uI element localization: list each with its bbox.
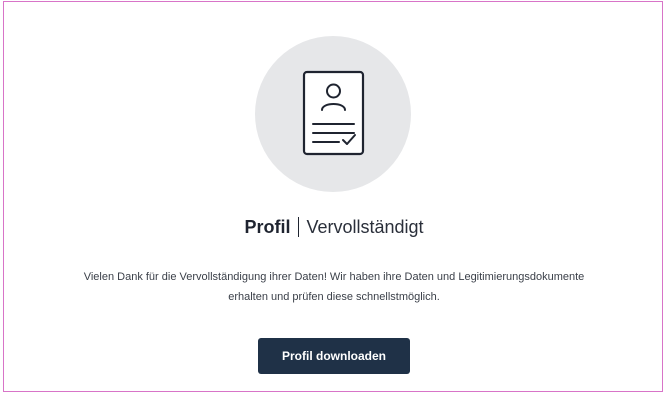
message-line-1: Vielen Dank für die Vervollständigung ih… — [83, 271, 585, 283]
profile-document-check-icon — [302, 70, 365, 156]
title-divider — [298, 217, 300, 237]
profile-complete-illustration — [255, 36, 411, 192]
confirmation-card: Profil Vervollständigt Vielen Dank für di… — [3, 1, 663, 392]
title-status: Vervollständigt — [306, 217, 424, 237]
message-line-2: erhalten und prüfen diese schnellstmögli… — [228, 291, 440, 303]
title-bold: Profil — [244, 217, 291, 237]
download-profile-button[interactable]: Profil downloaden — [258, 338, 410, 374]
confirmation-message: Vielen Dank für die Vervollständigung ih… — [24, 267, 644, 307]
page-title: Profil Vervollständigt — [4, 217, 664, 238]
